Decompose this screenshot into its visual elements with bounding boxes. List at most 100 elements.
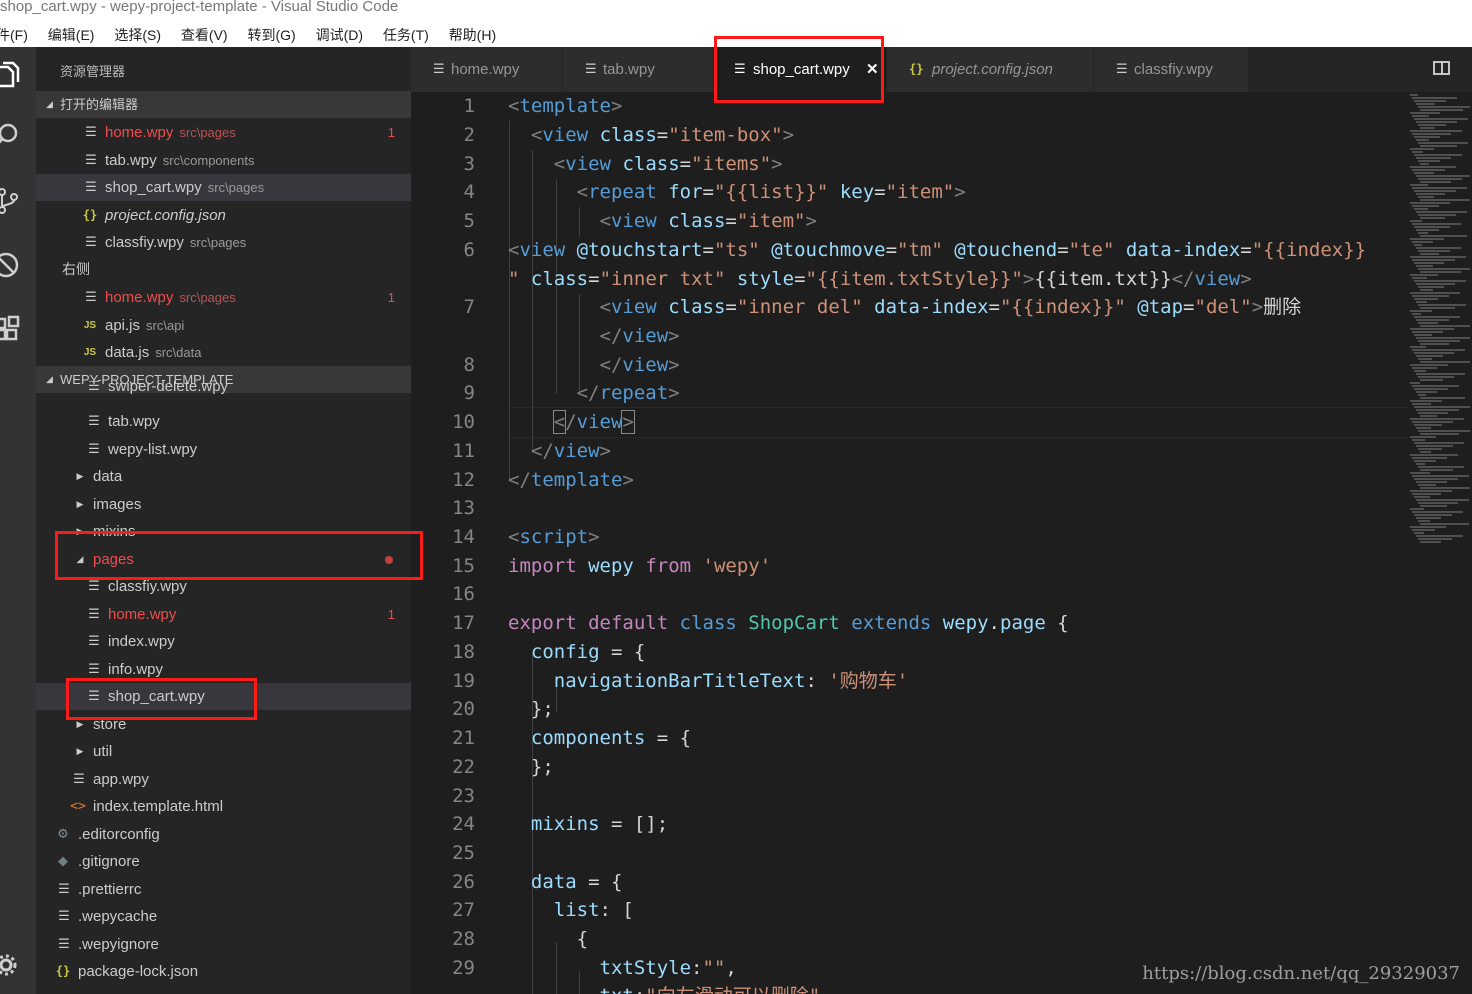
minimap[interactable] (1406, 92, 1472, 552)
tree-file-item[interactable]: ☰ swiper-delete.wpy (36, 381, 411, 401)
tree-file-item[interactable]: ⚙ .editorconfig (36, 821, 411, 848)
explorer-icon[interactable] (0, 61, 22, 89)
line-number: 25 (452, 842, 475, 864)
tab-project-config[interactable]: {} project.config.json (887, 47, 1094, 92)
split-editor-icon[interactable] (1433, 61, 1450, 75)
tab-home[interactable]: ☰ home.wpy (411, 47, 563, 92)
open-editor-item[interactable]: ☰ tab.wpy src\components (36, 147, 411, 174)
close-icon[interactable]: ✕ (866, 47, 879, 93)
code-line: navigationBarTitleText: '购物车' (553, 670, 909, 692)
chevron-right-icon: ▶ (76, 526, 84, 536)
tree-folder-item[interactable]: ▶ data (36, 463, 411, 490)
minimap-line (1418, 322, 1438, 324)
open-editor-item[interactable]: {} project.config.json (36, 202, 411, 229)
gear-icon[interactable] (0, 951, 22, 979)
menu-debug[interactable]: 调试(D) (316, 22, 363, 47)
minimap-line (1418, 232, 1428, 234)
tree-folder-item[interactable]: ▶ mixins (36, 518, 411, 538)
tree-file-item[interactable]: ☰ index.wpy (36, 628, 411, 655)
line-number: 3 (463, 153, 475, 175)
open-editor-item[interactable]: JS data.js src\data (36, 339, 411, 366)
minimap-line (1416, 157, 1451, 159)
minimap-line (1416, 139, 1429, 141)
minimap-line (1418, 466, 1464, 468)
minimap-line (1410, 346, 1426, 348)
minimap-line (1414, 352, 1454, 354)
search-icon[interactable] (0, 121, 22, 149)
tab-tab[interactable]: ☰ tab.wpy (563, 47, 714, 92)
tree-file-item[interactable]: ☰ info.wpy (36, 656, 411, 683)
tree-file-item[interactable]: ◆ .gitignore (36, 848, 411, 875)
minimap-line (1412, 169, 1445, 171)
minimap-line (1412, 187, 1467, 189)
file-icon: ☰ (734, 62, 746, 77)
open-editor-item[interactable]: ☰ home.wpy src\pages 1 (36, 284, 411, 311)
minimap-line (1416, 373, 1465, 375)
minimap-line (1416, 301, 1427, 303)
minimap-line (1414, 532, 1424, 534)
minimap-line (1410, 238, 1444, 240)
menu-selection[interactable]: 选择(S) (114, 22, 161, 47)
open-editor-item[interactable]: ☰ home.wpy src\pages 1 (36, 119, 411, 146)
minimap-line (1414, 262, 1444, 264)
open-editor-item[interactable]: JS api.js src\api (36, 312, 411, 339)
minimap-line (1412, 421, 1453, 423)
line-number: 17 (452, 612, 475, 634)
code-line: components = { (530, 727, 692, 749)
tree-file-item[interactable]: ☰ .wepycache (36, 903, 411, 930)
tree-file-item[interactable]: <> index.template.html (36, 793, 411, 820)
line-number: 15 (452, 555, 475, 577)
code-line: }; (530, 756, 554, 778)
tree-file-item[interactable]: ☰ tab.wpy (36, 408, 411, 435)
line-number: 6 (463, 239, 475, 261)
open-editor-item[interactable]: ☰ shop_cart.wpy src\pages (36, 174, 411, 201)
menu-help[interactable]: 帮助(H) (449, 22, 496, 47)
minimap-line (1410, 310, 1432, 312)
tree-file-item-active[interactable]: ☰ shop_cart.wpy (36, 683, 411, 710)
minimap-line (1416, 355, 1443, 357)
minimap-line (1420, 397, 1465, 399)
tab-classfiy[interactable]: ☰ classfiy.wpy (1094, 47, 1249, 92)
source-control-icon[interactable] (0, 187, 22, 215)
tree-folder-item[interactable]: ▶ store (36, 711, 411, 738)
file-icon: ☰ (88, 414, 100, 429)
file-icon: ☰ (85, 153, 97, 168)
tree-folder-item[interactable]: ▶ images (36, 491, 411, 518)
minimap-line (1412, 205, 1439, 207)
tree-file-item[interactable]: ☰ wepy-list.wpy (36, 436, 411, 463)
menu-file[interactable]: 件(F) (0, 22, 28, 47)
tree-file-item[interactable]: ☰ app.wpy (36, 766, 411, 793)
tree-file-item[interactable]: ☰ .wepyignore (36, 931, 411, 958)
tree-folder-item[interactable]: ▶ util (36, 738, 411, 765)
code-content[interactable]: <template> <view class="item-box"> <view… (508, 92, 1408, 994)
minimap-line (1420, 271, 1461, 273)
minimap-line (1412, 457, 1447, 459)
minimap-line (1412, 385, 1459, 387)
line-number: 24 (452, 813, 475, 835)
open-editor-item[interactable]: ☰ classfiy.wpy src\pages (36, 229, 411, 256)
tab-shop-cart[interactable]: ☰ shop_cart.wpy ✕ (714, 47, 887, 92)
menu-view[interactable]: 查看(V) (181, 22, 228, 47)
tree-file-item[interactable]: ☰ .prettierrc (36, 876, 411, 903)
extensions-icon[interactable] (0, 315, 22, 343)
minimap-line (1414, 100, 1446, 102)
tree-file-item[interactable]: {} package-lock.json (36, 958, 411, 985)
tree-file-item[interactable]: ☰ classfiy.wpy (36, 573, 411, 600)
line-number: 2 (463, 124, 475, 146)
minimap-line (1412, 133, 1451, 135)
minimap-line (1414, 478, 1458, 480)
open-editors-header[interactable]: ◢ 打开的编辑器 (36, 91, 411, 118)
minimap-line (1414, 316, 1460, 318)
menu-goto[interactable]: 转到(G) (247, 22, 295, 47)
minimap-line (1412, 295, 1449, 297)
menu-tasks[interactable]: 任务(T) (383, 22, 429, 47)
tree-folder-pages[interactable]: ◢ pages (36, 546, 411, 573)
debug-icon[interactable] (0, 251, 22, 279)
menu-edit[interactable]: 编辑(E) (48, 22, 95, 47)
code-line: import wepy from 'wepy' (508, 555, 772, 577)
chevron-right-icon: ▶ (76, 719, 84, 729)
code-editor[interactable]: 1 2 3 4 5 6 7 8 9 10 11 12 13 14 15 16 17 18 19 20 21 22 23 24 2… (411, 92, 1472, 994)
tree-file-item[interactable]: ☰ home.wpy 1 (36, 601, 411, 628)
